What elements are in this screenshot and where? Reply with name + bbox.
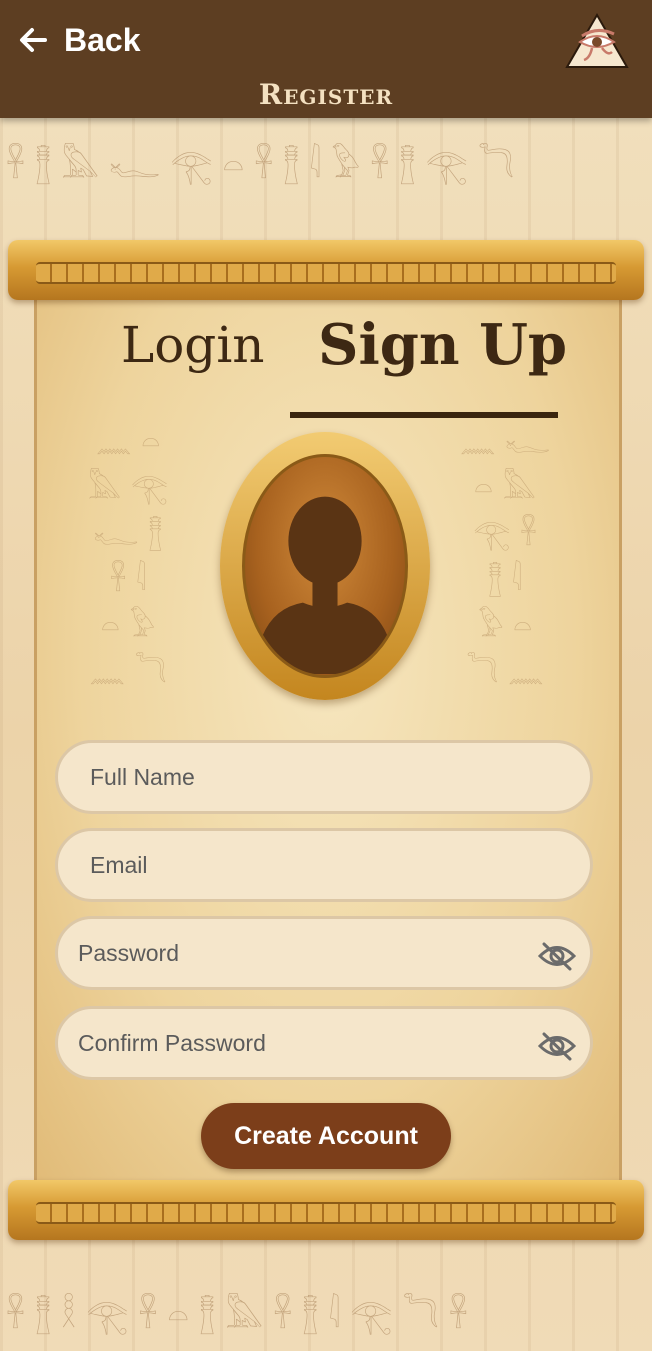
create-account-button[interactable]: Create Account [201, 1103, 451, 1169]
arrow-left-icon [20, 28, 47, 52]
eye-of-horus-icon [565, 12, 629, 68]
hieroglyph-strip-bottom: 𓋹𓊽𓎛𓂀𓋹𓏏𓊽𓅓𓋹𓊽𓇋𓂀𓆓𓋹 [6, 1296, 478, 1336]
email-input[interactable] [88, 830, 590, 900]
avatar-portrait [242, 454, 408, 678]
scroll-rod-bottom [8, 1180, 644, 1240]
person-silhouette-icon [254, 496, 396, 674]
paper-hieroglyphs-left: 𓈖 𓏏𓅓 𓂀𓆑 𓊽𓋹 𓇋𓏏 𓅱𓈖 𓆓 [87, 425, 169, 690]
tab-signup[interactable]: Sign Up [318, 312, 567, 378]
email-field[interactable] [55, 828, 593, 902]
full-name-input[interactable] [88, 742, 590, 812]
back-button[interactable]: Back [18, 18, 141, 62]
active-tab-indicator [290, 412, 558, 418]
page-title: Register [258, 78, 394, 111]
app-header: Back Register [0, 0, 652, 118]
scroll-rod-top [8, 240, 644, 300]
password-input[interactable] [76, 918, 590, 988]
paper-hieroglyphs-right: 𓈖 𓆑𓏏 𓅓𓂀 𓋹𓊽 𓇋𓅱 𓏏𓆓 𓈖 [459, 425, 551, 690]
password-field[interactable] [55, 916, 593, 990]
confirm-password-field[interactable] [55, 1006, 593, 1080]
avatar[interactable] [220, 432, 430, 700]
eye-off-icon[interactable] [538, 1031, 576, 1061]
eye-off-icon[interactable] [538, 941, 576, 971]
back-label: Back [64, 21, 141, 58]
tab-login[interactable]: Login [121, 316, 265, 374]
confirm-password-input[interactable] [76, 1008, 590, 1078]
full-name-field[interactable] [55, 740, 593, 814]
hieroglyph-strip-top: 𓋹𓊽𓅓𓆑𓂀𓏏𓋹𓊽𓇋𓅱𓋹𓊽𓂀𓆓 [6, 146, 525, 186]
